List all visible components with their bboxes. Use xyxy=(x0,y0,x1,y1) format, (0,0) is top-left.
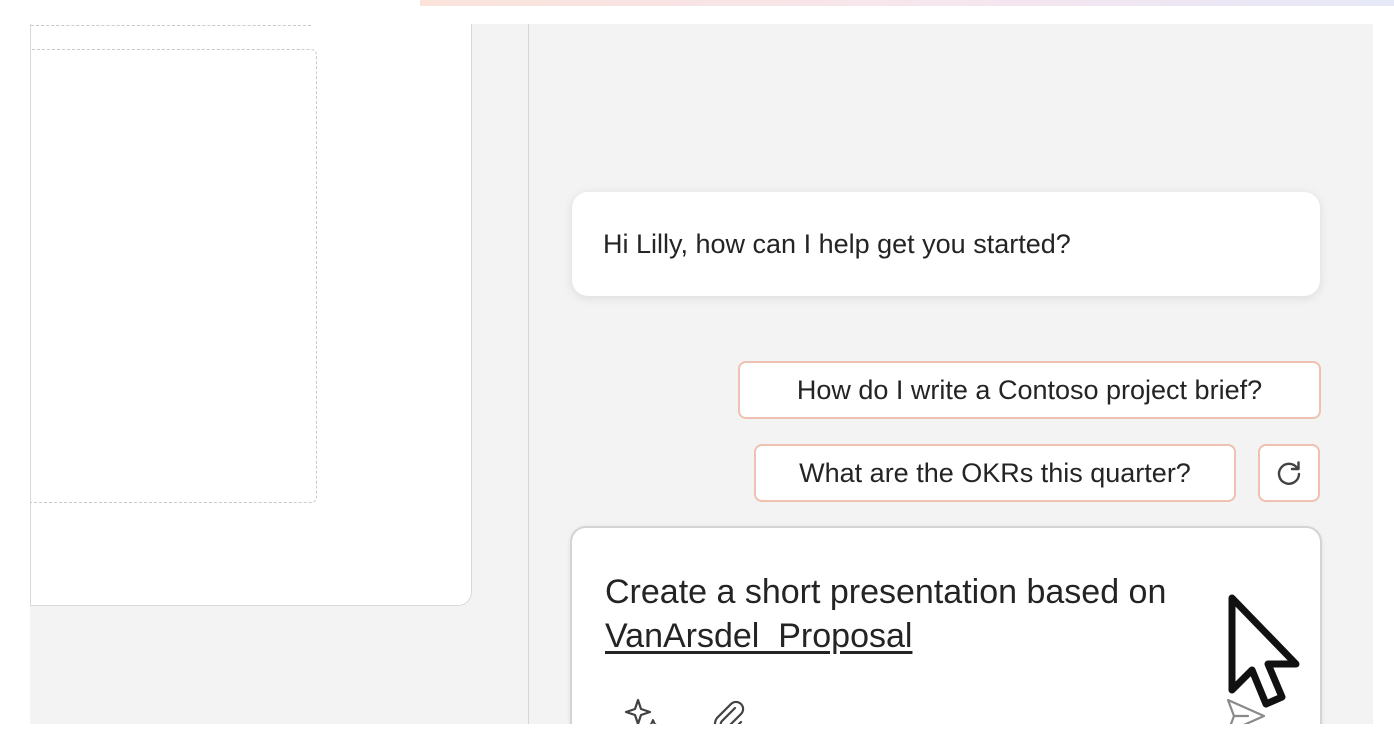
prompt-text[interactable]: Create a short presentation based on Van… xyxy=(605,570,1245,658)
greeting-message: Hi Lilly, how can I help get you started… xyxy=(572,192,1320,296)
document-canvas xyxy=(30,24,472,606)
window-top-accent xyxy=(420,0,1394,6)
prompt-input-text: Create a short presentation based on xyxy=(605,573,1167,611)
file-reference-link[interactable]: VanArsdel_Proposal xyxy=(605,617,912,655)
content-placeholder[interactable] xyxy=(30,49,317,503)
mouse-cursor-icon xyxy=(1228,594,1300,708)
attach-file-button[interactable] xyxy=(707,694,749,724)
suggestion-label: How do I write a Contoso project brief? xyxy=(796,374,1263,405)
suggestion-chip-okrs[interactable]: What are the OKRs this quarter? xyxy=(754,444,1236,502)
greeting-text: Hi Lilly, how can I help get you started… xyxy=(603,228,1071,259)
chat-input-box[interactable]: Create a short presentation based on Van… xyxy=(570,526,1322,724)
app-frame: Hi Lilly, how can I help get you started… xyxy=(30,24,1373,724)
bottom-margin xyxy=(0,724,1394,739)
title-placeholder xyxy=(31,25,311,26)
refresh-suggestions-button[interactable] xyxy=(1258,444,1320,502)
paperclip-icon xyxy=(713,700,745,724)
prompt-guide-button[interactable] xyxy=(622,694,664,724)
suggestion-chip-project-brief[interactable]: How do I write a Contoso project brief? xyxy=(738,361,1321,419)
suggestion-label: What are the OKRs this quarter? xyxy=(799,457,1191,488)
refresh-icon xyxy=(1277,461,1301,485)
sparkle-icon xyxy=(624,698,657,724)
